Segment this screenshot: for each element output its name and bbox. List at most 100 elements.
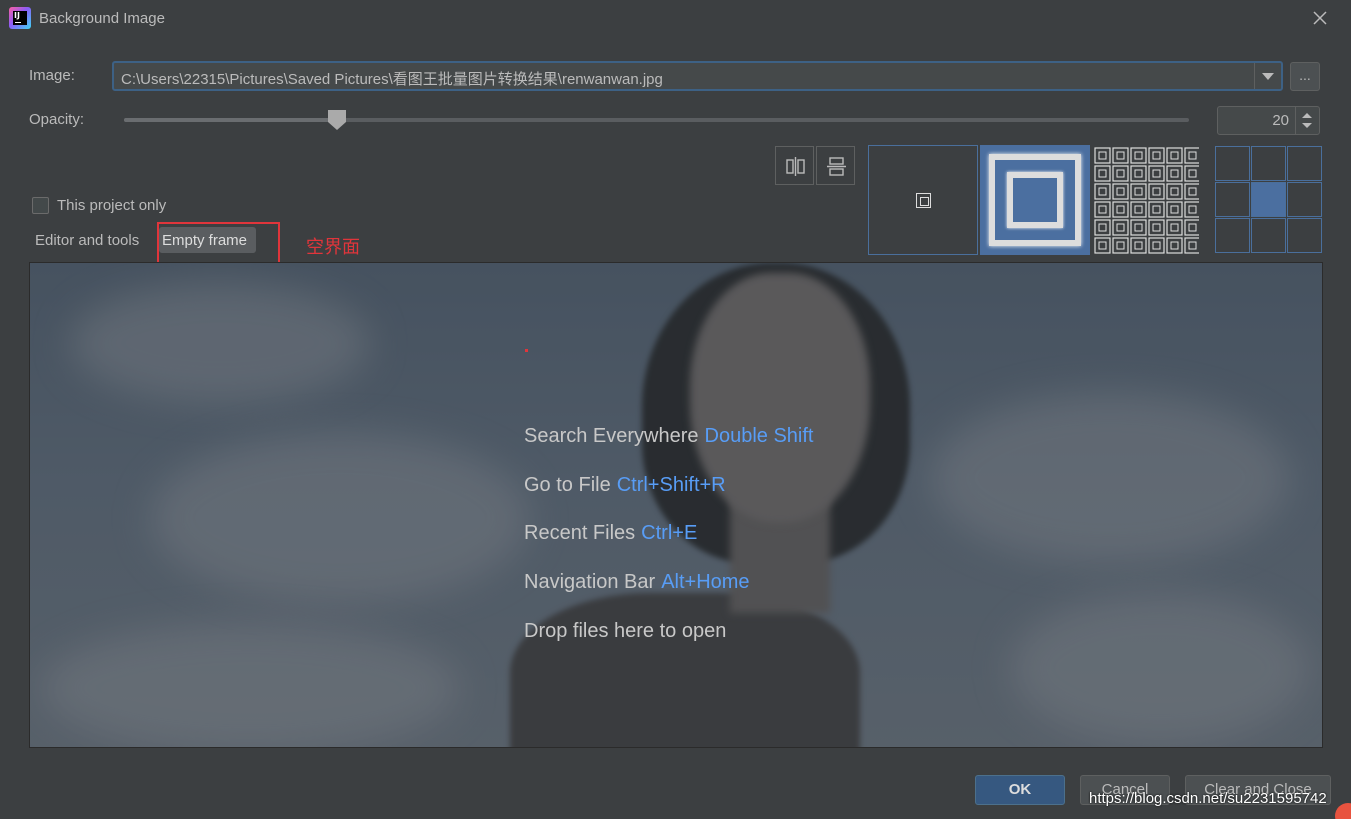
tile-pattern-inner-square <box>1152 187 1161 196</box>
flip-vertical-button[interactable] <box>816 146 855 185</box>
tile-pattern-square <box>1130 183 1147 200</box>
tile-pattern-inner-square <box>1188 169 1197 178</box>
tile-pattern-square <box>1094 183 1111 200</box>
tile-pattern-inner-square <box>1116 223 1125 232</box>
tile-pattern-inner-square <box>1152 241 1161 250</box>
tile-pattern-square <box>1166 183 1183 200</box>
window-title: Background Image <box>39 10 165 27</box>
anchor-cell-top-right[interactable] <box>1287 146 1322 181</box>
tile-pattern-square <box>1148 237 1165 254</box>
hint-shortcut: Double Shift <box>704 425 814 447</box>
spinner-arrows[interactable] <box>1295 107 1319 134</box>
opacity-slider-track[interactable] <box>124 118 1189 122</box>
preview-overlay <box>30 263 1322 747</box>
tile-pattern-square <box>1130 219 1147 236</box>
opacity-slider-fill <box>124 118 337 122</box>
anchor-grid[interactable] <box>1215 146 1322 253</box>
opacity-label: Opacity: <box>29 111 85 128</box>
hint-recent-files: Recent Files Ctrl+E <box>524 522 697 545</box>
tile-pattern-square <box>1148 201 1165 218</box>
tile-pattern-inner-square <box>1170 205 1179 214</box>
tile-pattern-square <box>1094 201 1111 218</box>
opacity-spinner[interactable]: 20 <box>1217 106 1320 135</box>
anchor-cell-bottom-left[interactable] <box>1215 218 1250 253</box>
tile-pattern-square <box>1184 147 1199 164</box>
ok-button[interactable]: OK <box>975 775 1065 805</box>
tile-pattern-inner-square <box>1188 151 1197 160</box>
hint-shortcut: Alt+Home <box>661 571 750 593</box>
browse-button[interactable]: ... <box>1290 62 1320 91</box>
tile-pattern-inner-square <box>1116 151 1125 160</box>
image-label: Image: <box>29 67 75 84</box>
tile-pattern-square <box>1094 219 1111 236</box>
tile-pattern-square <box>1094 237 1111 254</box>
opacity-value[interactable]: 20 <box>1272 112 1289 129</box>
tile-pattern-inner-square <box>1188 223 1197 232</box>
tile-pattern-square <box>1130 165 1147 182</box>
chevron-down-icon[interactable] <box>1254 63 1281 89</box>
tile-pattern-inner-square <box>1152 169 1161 178</box>
hint-shortcut: Ctrl+Shift+R <box>616 474 726 496</box>
tile-pattern-inner-square <box>1152 151 1161 160</box>
this-project-only-label[interactable]: This project only <box>57 197 166 214</box>
anchor-cell-bottom[interactable] <box>1251 218 1286 253</box>
anchor-cell-top-left[interactable] <box>1215 146 1250 181</box>
hint-action: Recent Files <box>524 522 636 544</box>
tile-pattern-square <box>1094 165 1111 182</box>
tab-editor-and-tools[interactable]: Editor and tools <box>35 232 139 249</box>
tile-pattern-square <box>1148 147 1165 164</box>
tile-pattern-square <box>1112 237 1129 254</box>
flip-horizontal-button[interactable] <box>775 146 814 185</box>
tile-pattern-inner-square <box>1188 205 1197 214</box>
tile-pattern-square <box>1130 237 1147 254</box>
image-path-combobox[interactable]: C:\Users\22315\Pictures\Saved Pictures\看… <box>112 61 1283 91</box>
anchor-cell-center[interactable] <box>1251 182 1286 217</box>
tile-pattern-inner-square <box>1098 241 1107 250</box>
hint-search-everywhere: Search Everywhere Double Shift <box>524 425 814 448</box>
tile-pattern-square <box>1112 219 1129 236</box>
anchor-cell-left[interactable] <box>1215 182 1250 217</box>
anchor-cell-bottom-right[interactable] <box>1287 218 1322 253</box>
spinner-down-icon[interactable] <box>1302 123 1312 128</box>
tile-pattern-inner-square <box>1134 205 1143 214</box>
csdn-logo-icon <box>1335 803 1351 819</box>
tile-pattern-square <box>1184 183 1199 200</box>
tile-pattern-inner-square <box>1098 205 1107 214</box>
tile-pattern-inner-square <box>1134 223 1143 232</box>
spinner-up-icon[interactable] <box>1302 113 1312 118</box>
tile-pattern-square <box>1130 201 1147 218</box>
hint-drop-files: Drop files here to open <box>524 620 726 643</box>
annotation-text: 空界面 <box>306 237 360 258</box>
tile-pattern-square <box>1112 165 1129 182</box>
tile-pattern-inner-square <box>1098 223 1107 232</box>
image-path-value[interactable]: C:\Users\22315\Pictures\Saved Pictures\看… <box>121 68 663 89</box>
fill-mode-tile[interactable] <box>1092 145 1200 255</box>
center-mode-icon <box>916 193 931 208</box>
anchor-cell-top[interactable] <box>1251 146 1286 181</box>
tile-pattern-square <box>1112 183 1129 200</box>
tile-pattern-square <box>1166 201 1183 218</box>
tile-pattern-square <box>1148 183 1165 200</box>
fill-mode-scale[interactable] <box>980 145 1090 255</box>
tile-pattern-inner-square <box>1098 169 1107 178</box>
this-project-only-checkbox[interactable] <box>32 197 49 214</box>
tile-pattern-inner-square <box>1134 241 1143 250</box>
preview-panel: Search Everywhere Double Shift Go to File… <box>29 262 1323 748</box>
tile-pattern-inner-square <box>1152 223 1161 232</box>
hint-shortcut: Ctrl+E <box>641 522 698 544</box>
hint-action: Navigation Bar <box>524 571 656 593</box>
tile-pattern-inner-square <box>1116 205 1125 214</box>
anchor-cell-right[interactable] <box>1287 182 1322 217</box>
tile-pattern-inner-square <box>1116 187 1125 196</box>
tile-pattern-inner-square <box>1170 187 1179 196</box>
tile-pattern-square <box>1184 165 1199 182</box>
tile-pattern-inner-square <box>1134 151 1143 160</box>
opacity-slider-thumb[interactable] <box>328 110 346 130</box>
tile-pattern-inner-square <box>1170 151 1179 160</box>
tile-pattern-inner-square <box>1188 187 1197 196</box>
close-icon[interactable] <box>1308 6 1332 30</box>
red-dot-marker <box>525 349 528 352</box>
fill-mode-center[interactable] <box>868 145 978 255</box>
intellij-logo-icon: IJ <box>9 7 31 29</box>
tile-pattern-inner-square <box>1170 241 1179 250</box>
